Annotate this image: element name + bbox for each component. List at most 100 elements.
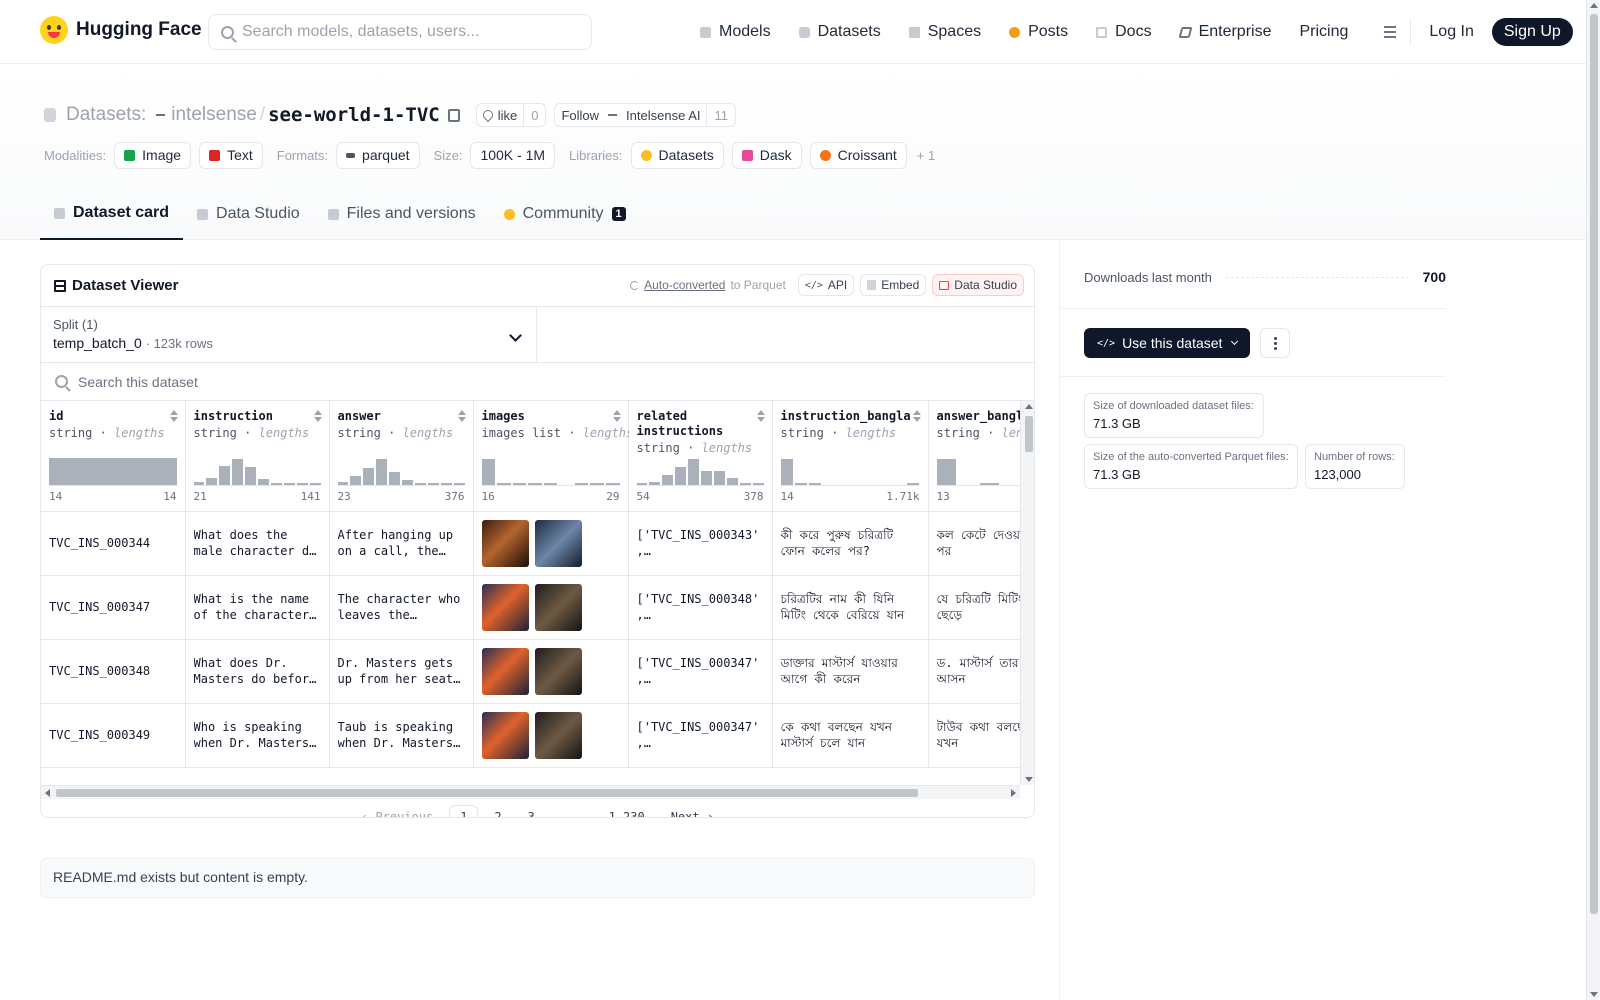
sort-icon[interactable] [612, 410, 621, 422]
nav-pricing[interactable]: Pricing [1299, 23, 1348, 41]
cell-answer[interactable]: After hanging up on a call, the characte… [329, 511, 474, 576]
cell-answer[interactable]: Taub is speaking when Dr. Masters leaves [329, 703, 474, 768]
sort-icon[interactable] [756, 410, 765, 422]
table-row[interactable]: TVC_INS_000344 What does the male charact… [41, 511, 1020, 576]
auto-converted-link[interactable]: Auto-converted [644, 278, 725, 292]
column-header[interactable]: answer_banglastring · lengths 131 [928, 401, 1020, 512]
modality-text-tag[interactable]: Text [199, 141, 263, 169]
image-thumbnail[interactable] [534, 647, 582, 695]
copy-icon[interactable] [447, 108, 460, 122]
cell-instruction-bangla[interactable]: ডাক্তার মাস্টার্স যাওয়ার আগে কী করেন [772, 639, 929, 704]
image-thumbnail[interactable] [534, 583, 582, 631]
cell-images[interactable] [473, 575, 629, 640]
sort-icon[interactable] [457, 410, 466, 422]
like-button[interactable]: like 0 [475, 103, 547, 127]
cell-id[interactable]: TVC_INS_000349 [41, 703, 186, 768]
column-header[interactable]: images images list · lengths 16 29 [473, 401, 633, 512]
size-tag[interactable]: 100K - 1M [470, 141, 556, 169]
page-last-button[interactable]: 1,230 [599, 806, 655, 817]
tab-community[interactable]: Community 1 [490, 188, 640, 240]
nav-enterprise[interactable]: Enterprise [1178, 23, 1271, 41]
image-thumbnail[interactable] [534, 519, 582, 567]
page-3-button[interactable]: 3 [518, 806, 545, 817]
embed-button[interactable]: Embed [860, 274, 927, 296]
cell-id[interactable]: TVC_INS_000348 [41, 639, 186, 704]
cell-answer-bangla[interactable]: যে চরিত্রটি মিটিং ছেড়ে [928, 575, 1020, 640]
cell-id[interactable]: TVC_INS_000347 [41, 575, 186, 640]
scroll-down-icon[interactable] [1590, 992, 1598, 997]
split-selector[interactable]: Split (1) temp_batch_0 · 123k rows [41, 307, 537, 363]
cell-instruction-bangla[interactable]: কী করে পুরুষ চরিত্রটি ফোন কলের পর? [772, 511, 929, 576]
column-header[interactable]: related instructions string · lengths 54 37… [628, 401, 773, 512]
brand-logo[interactable]: Hugging Face [40, 16, 202, 44]
dataset-search[interactable] [41, 363, 1034, 401]
table-vertical-scrollbar[interactable] [1020, 401, 1034, 785]
cell-instruction-bangla[interactable]: কে কথা বলছেন যখন মাস্টার্স চলে যান [772, 703, 929, 768]
cell-related-instructions[interactable]: ['TVC_INS_000347', 'TVC_INS_000349', ... [628, 639, 773, 704]
page-2-button[interactable]: 2 [484, 806, 511, 817]
next-page-button[interactable]: Next › [661, 806, 724, 817]
column-header[interactable]: instruction_bangla string · lengths 14 1.71… [772, 401, 929, 512]
scroll-thumb[interactable] [1025, 416, 1033, 452]
format-parquet-tag[interactable]: parquet [336, 141, 420, 169]
sort-icon[interactable] [912, 410, 921, 422]
cell-images[interactable] [473, 639, 629, 704]
table-row[interactable]: TVC_INS_000347 What is the name of the ch… [41, 575, 1020, 640]
table-row[interactable]: TVC_INS_000349 Who is speaking when Dr. M… [41, 703, 1020, 768]
image-thumbnail[interactable] [481, 711, 529, 759]
cell-images[interactable] [473, 703, 629, 768]
previous-page-button[interactable]: ‹ Previous [351, 806, 443, 817]
signup-button[interactable]: Sign Up [1491, 18, 1573, 46]
scroll-thumb[interactable] [1590, 14, 1598, 914]
column-header[interactable]: answer string · lengths 23 376 [329, 401, 474, 512]
cell-related-instructions[interactable]: ['TVC_INS_000343', 'TVC_INS_005146', ... [628, 511, 773, 576]
column-header[interactable]: instruction string · lengths 21 141 [185, 401, 330, 512]
image-thumbnail[interactable] [481, 647, 529, 695]
table-row[interactable]: TVC_INS_000348 What does Dr. Masters do b… [41, 639, 1020, 704]
image-thumbnail[interactable] [481, 519, 529, 567]
libraries-more[interactable]: + 1 [917, 148, 935, 163]
scroll-up-icon[interactable] [1590, 3, 1598, 8]
login-link[interactable]: Log In [1429, 23, 1473, 41]
global-search-input[interactable] [242, 23, 572, 41]
page-scrollbar[interactable] [1586, 0, 1600, 1000]
image-thumbnail[interactable] [481, 583, 529, 631]
global-search[interactable] [208, 14, 592, 50]
cell-images[interactable] [473, 511, 629, 576]
cell-answer[interactable]: The character who leaves the meeting [329, 575, 474, 640]
more-options-button[interactable] [1260, 328, 1290, 358]
nav-posts[interactable]: Posts [1009, 23, 1068, 41]
sort-icon[interactable] [169, 410, 178, 422]
tab-data-studio[interactable]: Data Studio [183, 188, 314, 240]
scroll-down-icon[interactable] [1025, 777, 1033, 782]
library-croissant-tag[interactable]: Croissant [809, 141, 907, 169]
column-header[interactable]: id string · lengths 14 14 [41, 401, 186, 512]
cell-instruction[interactable]: What is the name of the character who le… [185, 575, 330, 640]
more-menu-icon[interactable] [1376, 26, 1397, 38]
cell-instruction[interactable]: Who is speaking when Dr. Masters leaves? [185, 703, 330, 768]
nav-datasets[interactable]: Datasets [798, 23, 881, 41]
modality-image-tag[interactable]: Image [114, 141, 192, 169]
cell-id[interactable]: TVC_INS_000344 [41, 511, 186, 576]
page-1-button[interactable]: 1 [449, 805, 479, 817]
cell-instruction-bangla[interactable]: চরিত্রটির নাম কী যিনি মিটিং থেকে বেরিয়ে… [772, 575, 929, 640]
scroll-up-icon[interactable] [1025, 404, 1033, 409]
tab-dataset-card[interactable]: Dataset card [40, 188, 184, 240]
nav-models[interactable]: Models [700, 23, 771, 41]
cell-answer-bangla[interactable]: কল কেটে দেওয়ার পর [928, 511, 1020, 576]
sort-icon[interactable] [313, 410, 322, 422]
cell-instruction[interactable]: What does Dr. Masters do before leaving? [185, 639, 330, 704]
data-studio-button[interactable]: Data Studio [932, 274, 1024, 296]
cell-related-instructions[interactable]: ['TVC_INS_000347', 'TVC_INS_000348', ... [628, 703, 773, 768]
library-dask-tag[interactable]: Dask [731, 141, 802, 169]
tab-files-and-versions[interactable]: Files and versions [314, 188, 490, 240]
cell-answer-bangla[interactable]: ড. মাস্টার্স তার আসন [928, 639, 1020, 704]
api-button[interactable]: </> API [797, 274, 855, 296]
follow-button[interactable]: Follow Intelsense AI 11 [554, 103, 736, 127]
library-datasets-tag[interactable]: Datasets [630, 141, 724, 169]
repo-name[interactable]: see-world-1-TVC [268, 104, 440, 126]
org-link[interactable]: intelsense [171, 104, 257, 126]
image-thumbnail[interactable] [534, 711, 582, 759]
nav-docs[interactable]: Docs [1096, 23, 1152, 41]
cell-related-instructions[interactable]: ['TVC_INS_000348', 'TVC_INS_000349', ... [628, 575, 773, 640]
